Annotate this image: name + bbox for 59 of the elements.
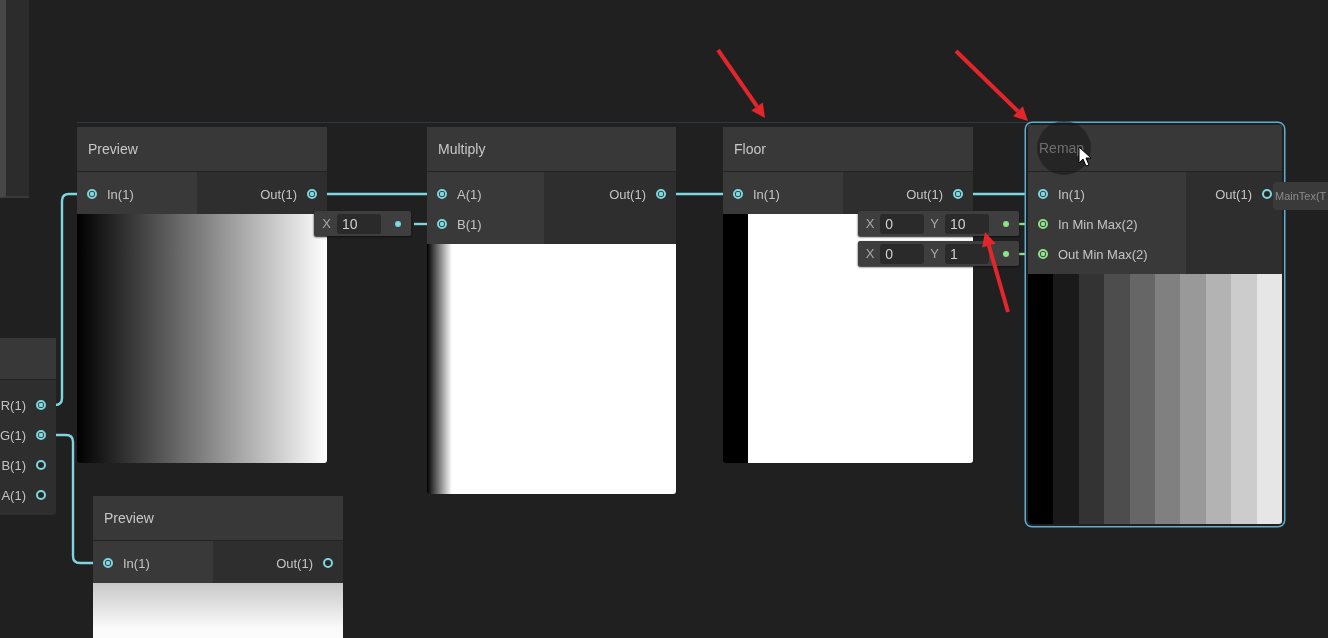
number-input[interactable]: 0 bbox=[880, 243, 925, 264]
port-icon[interactable] bbox=[1037, 188, 1049, 200]
node-header[interactable]: Preview bbox=[93, 496, 343, 541]
node-title: Floor bbox=[734, 141, 766, 157]
port-label: Out(1) bbox=[276, 555, 313, 571]
port-icon[interactable] bbox=[732, 188, 744, 200]
port-label: B(1) bbox=[1, 457, 26, 473]
port-icon[interactable] bbox=[322, 557, 334, 569]
graph-node[interactable]: Preview In(1) Out(1) bbox=[93, 496, 343, 638]
port-label: In(1) bbox=[123, 555, 150, 571]
axis-label: X bbox=[865, 216, 875, 231]
node-header[interactable]: Multiply bbox=[427, 127, 676, 172]
port-icon[interactable] bbox=[655, 188, 667, 200]
port-label: B(1) bbox=[457, 216, 482, 232]
port-icon[interactable] bbox=[306, 188, 318, 200]
port-icon[interactable] bbox=[86, 188, 98, 200]
port-label: In Min Max(2) bbox=[1058, 216, 1138, 232]
axis-label: X bbox=[865, 246, 875, 261]
number-input[interactable]: 10 bbox=[945, 213, 989, 234]
port-icon[interactable] bbox=[952, 188, 964, 200]
port-label: Out(1) bbox=[260, 186, 297, 202]
port-label: In(1) bbox=[753, 186, 780, 202]
number-input[interactable]: 1 bbox=[945, 243, 989, 264]
connector-dot-icon bbox=[395, 220, 401, 227]
number-input[interactable]: 0 bbox=[880, 213, 925, 234]
port-icon[interactable] bbox=[35, 459, 47, 471]
port-icon[interactable] bbox=[436, 188, 448, 200]
port-icon[interactable] bbox=[35, 429, 47, 441]
node-header[interactable]: Floor bbox=[723, 127, 973, 172]
port-label: In(1) bbox=[107, 186, 134, 202]
node-title: Multiply bbox=[438, 141, 486, 157]
node-title: Remap bbox=[1039, 140, 1085, 156]
port-label: Out(1) bbox=[609, 186, 646, 202]
port-icon[interactable] bbox=[1261, 188, 1273, 200]
port-icon[interactable] bbox=[436, 218, 448, 230]
port-label: A(1) bbox=[457, 186, 482, 202]
graph-node[interactable]: R(1) G(1) B(1) A(1) bbox=[0, 338, 56, 515]
axis-label: Y bbox=[930, 216, 939, 231]
port-icon[interactable] bbox=[1037, 218, 1049, 230]
port-icon[interactable] bbox=[1037, 248, 1049, 260]
node-title: Preview bbox=[88, 141, 138, 157]
connector-dot-icon bbox=[1003, 220, 1009, 227]
port-label: A(1) bbox=[1, 487, 26, 503]
connector-dot-icon bbox=[1003, 250, 1009, 257]
axis-label: Y bbox=[930, 246, 939, 261]
port-label: Out(1) bbox=[1215, 186, 1252, 202]
port-icon[interactable] bbox=[35, 399, 47, 411]
port-label: In(1) bbox=[1058, 186, 1085, 202]
number-input[interactable]: 10 bbox=[337, 213, 381, 234]
port-label: R(1) bbox=[0, 397, 26, 413]
port-label: Out(1) bbox=[906, 186, 943, 202]
annotation-arrow bbox=[716, 48, 765, 118]
cursor-highlight bbox=[1037, 121, 1091, 175]
port-icon[interactable] bbox=[35, 489, 47, 501]
node-title: Preview bbox=[104, 510, 154, 526]
port-label: Out Min Max(2) bbox=[1058, 246, 1148, 262]
node-header[interactable]: Preview bbox=[77, 127, 327, 172]
port-label: G(1) bbox=[0, 427, 26, 443]
port-icon[interactable] bbox=[102, 557, 114, 569]
